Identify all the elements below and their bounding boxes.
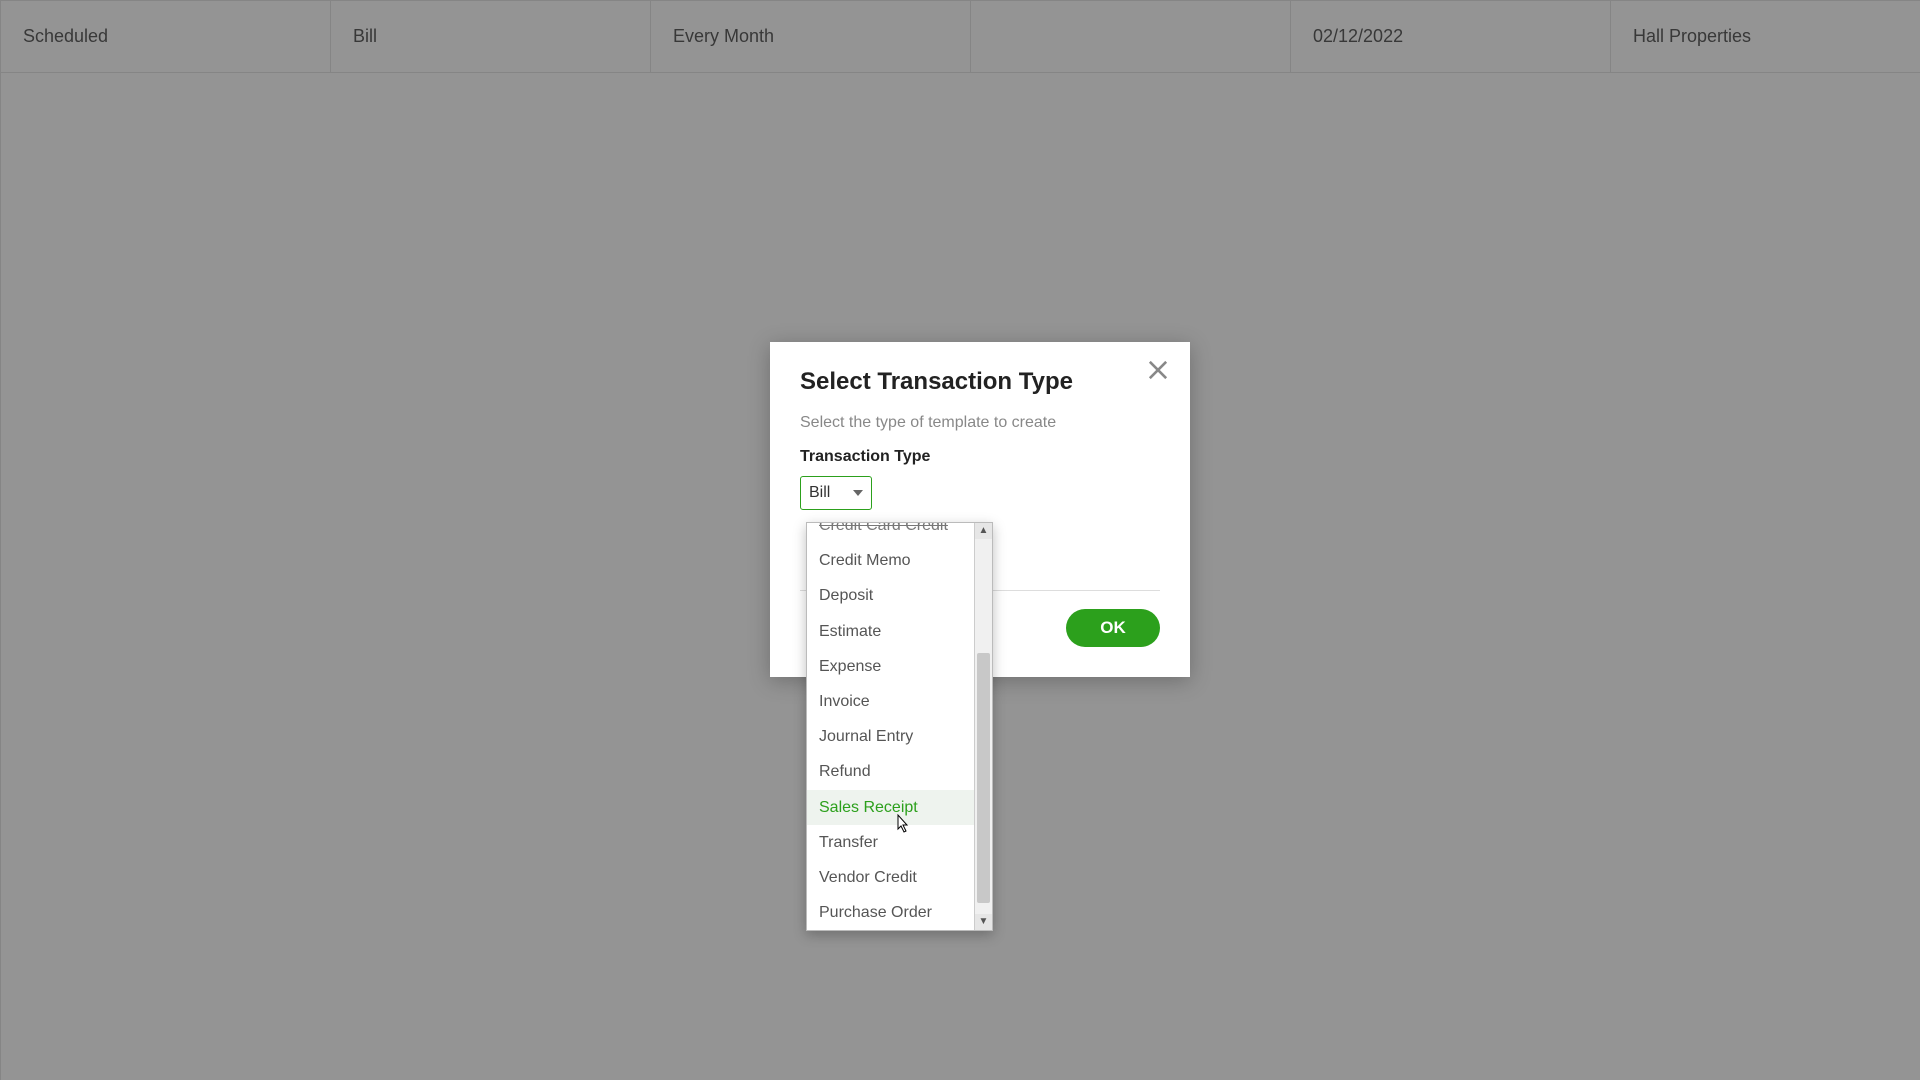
close-icon[interactable]: [1144, 356, 1172, 384]
transaction-type-select[interactable]: Bill: [800, 476, 872, 510]
field-label-transaction-type: Transaction Type: [800, 448, 1160, 466]
ok-button[interactable]: OK: [1066, 609, 1160, 647]
scroll-down-arrow-icon[interactable]: ▼: [975, 914, 992, 930]
dropdown-scrollbar[interactable]: ▲ ▼: [974, 523, 992, 930]
dropdown-option[interactable]: Vendor Credit: [807, 860, 974, 895]
scroll-up-arrow-icon[interactable]: ▲: [975, 523, 992, 539]
dropdown-option[interactable]: Credit Memo: [807, 543, 974, 578]
dropdown-option[interactable]: Purchase Order: [807, 895, 974, 930]
chevron-down-icon: [853, 490, 863, 496]
dropdown-option[interactable]: Refund: [807, 754, 974, 789]
dropdown-option[interactable]: Journal Entry: [807, 719, 974, 754]
dropdown-option[interactable]: Deposit: [807, 578, 974, 613]
scroll-thumb[interactable]: [977, 653, 990, 903]
select-value: Bill: [809, 484, 830, 502]
dialog-title: Select Transaction Type: [800, 368, 1160, 396]
dropdown-option[interactable]: Expense: [807, 649, 974, 684]
transaction-type-dropdown: Credit Card CreditCredit MemoDepositEsti…: [806, 522, 993, 931]
dropdown-option[interactable]: Invoice: [807, 684, 974, 719]
dialog-subtitle: Select the type of template to create: [800, 414, 1160, 432]
dropdown-option[interactable]: Transfer: [807, 825, 974, 860]
dropdown-option[interactable]: Estimate: [807, 614, 974, 649]
dropdown-option[interactable]: Sales Receipt: [807, 790, 974, 825]
dropdown-option[interactable]: Credit Card Credit: [807, 523, 974, 543]
